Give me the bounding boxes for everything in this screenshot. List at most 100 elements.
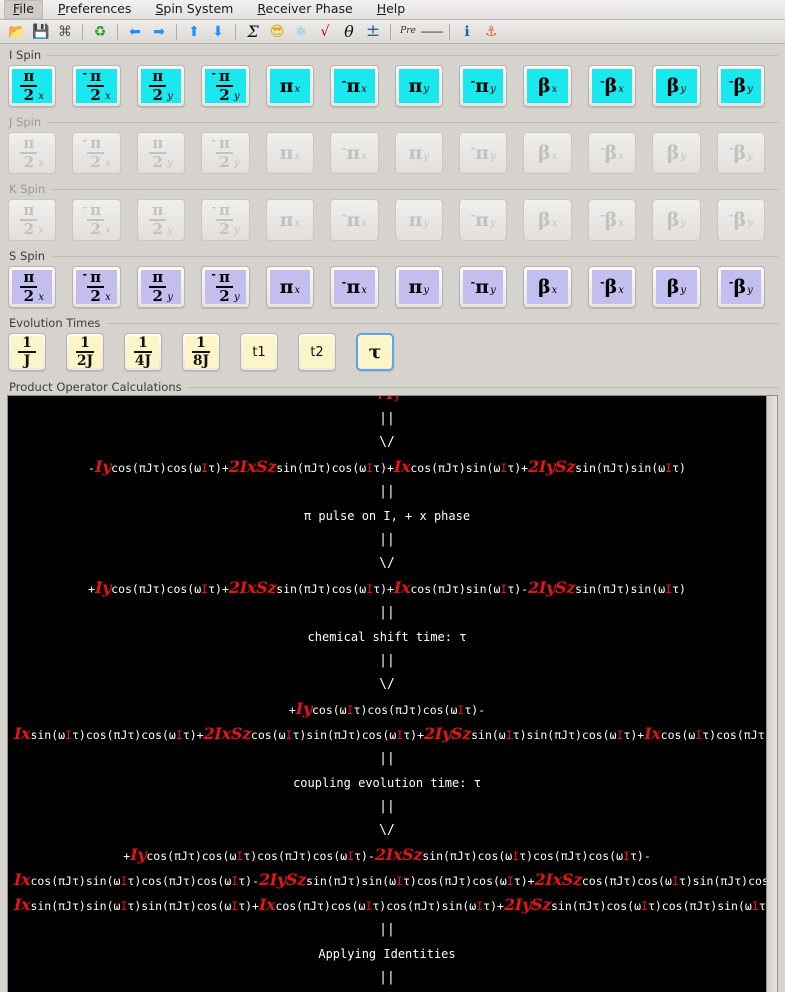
spin-button-beta-x[interactable]: βx [523, 266, 572, 308]
fraction-numerator: π [23, 201, 35, 219]
fraction: π2 [87, 69, 105, 104]
arrow-left-icon[interactable]: ⬅ [123, 21, 147, 43]
spin-button-pi-2-x[interactable]: π2x [8, 65, 57, 107]
refresh-icon[interactable]: ♻ [88, 21, 112, 43]
spin-button-neg-beta-x[interactable]: -βx [587, 65, 637, 107]
operator-symbol: β [604, 74, 618, 97]
print-icon[interactable]: ⌘ [53, 21, 77, 43]
product-operator-equation: +Iycos(πJτ)cos(ωIτ)cos(πJτ)cos(ωIτ)-2IxS… [14, 843, 766, 918]
equation-text: τ)cos(πJτ)sin(ω [647, 899, 752, 913]
spin-button-neg-pi-2-y[interactable]: -π2y [201, 65, 250, 107]
menu-item-help[interactable]: Help [368, 0, 415, 19]
spin-button-pi-y: πy [394, 199, 443, 241]
sqrt-icon[interactable]: √ [313, 21, 337, 43]
spin-button-neg-pi-2-x: -π2x [72, 132, 121, 174]
operator-term: 2IxSz [534, 870, 583, 889]
evolution-button-1-8J[interactable]: 1 8J [182, 333, 220, 371]
spin-button-beta-y[interactable]: βy [652, 65, 701, 107]
spin-button-pi-2-x: π2x [8, 132, 57, 174]
theta-icon[interactable]: θ [337, 21, 361, 43]
spin-button-neg-beta-y[interactable]: -βy [716, 266, 766, 308]
operator-symbol: π [408, 74, 423, 97]
lifering-icon[interactable]: ⚓ [479, 21, 503, 43]
spin-button-pi-2-y: π2y [136, 199, 186, 241]
menu-item-preferences[interactable]: Preferences [49, 0, 141, 19]
spin-button-neg-beta-x[interactable]: -βx [587, 266, 637, 308]
fraction-denominator: 2 [90, 287, 101, 305]
j-spin-group: J Spin π 2 x - π 2 x π 2 y - π 2 y π x - π x π y - π y β x - β x β y - β y [4, 115, 781, 178]
equation-text: τ)- [507, 582, 529, 596]
s-spin-group: S Spin π 2 x - π 2 x π 2 y - π 2 y π x - π x π y - π y β x - β x β y - β y [4, 249, 781, 312]
spin-button-pi-2-y[interactable]: π2y [136, 65, 186, 107]
spin-button-neg-pi-y[interactable]: -πy [458, 65, 508, 107]
sigma-icon[interactable]: Σ [241, 21, 265, 43]
open-icon[interactable]: 📂 [5, 21, 29, 43]
operator-symbol: π [475, 74, 490, 97]
equation-text: + [288, 703, 296, 717]
evolution-button-tau[interactable]: τ [356, 333, 394, 371]
arrow-up-icon[interactable]: ⬆ [182, 21, 206, 43]
product-operator-output[interactable]: +Iy||\/-Iycos(πJτ)cos(ωIτ)+2IxSzsin(πJτ)… [8, 396, 766, 992]
group-divider [187, 386, 779, 388]
pre-icon[interactable]: Pre [396, 21, 420, 43]
spin-button-pi-y[interactable]: πy [394, 266, 443, 308]
arrow-right-icon[interactable]: ➡ [147, 21, 171, 43]
fraction: π2 [149, 69, 167, 104]
s-spin-label: S Spin [9, 249, 46, 263]
spin-button-neg-pi-y[interactable]: -πy [458, 266, 508, 308]
axis-subscript: y [747, 217, 753, 229]
operator-symbol: β [733, 208, 747, 231]
spin-button-neg-pi-x[interactable]: -πx [330, 266, 379, 308]
equation-text: τ)cos(πJτ)sin(ω [372, 899, 477, 913]
fraction-numerator: π [152, 201, 164, 219]
spin-button-neg-pi-x[interactable]: -πx [330, 65, 379, 107]
fraction: π2 [20, 136, 38, 170]
evolution-button-1-4J[interactable]: 1 4J [124, 333, 162, 371]
evolution-times-label: Evolution Times [9, 316, 101, 330]
menu-item-spin-system[interactable]: Spin System [146, 0, 242, 19]
evolution-button-1-2J[interactable]: 1 2J [66, 333, 104, 371]
smiley-icon[interactable]: 😎 [265, 21, 289, 43]
fraction: π2 [87, 203, 105, 237]
toolbar-separator [235, 23, 236, 40]
equation-text: - [88, 461, 95, 475]
evolution-button-t2[interactable]: t2 [298, 333, 336, 371]
output-scrollbar[interactable] [766, 396, 777, 992]
spin-index: I [65, 728, 72, 742]
spin-button-beta-x[interactable]: βx [523, 65, 572, 107]
spin-button-beta-y[interactable]: βy [652, 266, 701, 308]
spin-button-neg-pi-2-x[interactable]: -π2x [72, 65, 121, 107]
spin-button-beta-x: βx [523, 132, 572, 174]
arrow-down-icon[interactable]: ⬇ [206, 21, 230, 43]
toolbar-separator [82, 23, 83, 40]
axis-subscript: x [294, 150, 301, 162]
spin-button-neg-beta-y[interactable]: -βy [716, 65, 766, 107]
spin-button-pi-2-y[interactable]: π2y [136, 266, 186, 308]
evolution-button-t1[interactable]: t1 [240, 333, 278, 371]
fraction-denominator: 2 [90, 86, 101, 104]
spin-button-pi-x[interactable]: πx [265, 266, 315, 308]
waveform-icon[interactable]: ⸺ [420, 21, 444, 43]
spin-button-neg-pi-2-y[interactable]: -π2y [201, 266, 250, 308]
menu-item-file[interactable]: File [4, 0, 43, 19]
save-icon[interactable]: 💾 [29, 21, 53, 43]
fraction-denominator: 2 [152, 86, 163, 104]
spin-button-pi-x[interactable]: πx [265, 65, 315, 107]
info-icon[interactable]: ℹ [455, 21, 479, 43]
menu-item-receiver-phase[interactable]: Receiver Phase [248, 0, 361, 19]
evolution-button-1-J[interactable]: 1J [8, 333, 46, 371]
plusminus-icon[interactable]: ± [361, 21, 385, 43]
flow-arrow: || [379, 970, 395, 985]
fraction-numerator: π [23, 268, 35, 286]
spin-button-pi-2-x[interactable]: π2x [8, 266, 57, 308]
atom-icon[interactable]: ⚛ [289, 21, 313, 43]
operator-term: +I [373, 396, 394, 403]
group-divider [47, 121, 779, 123]
spin-index: I [671, 874, 679, 888]
spin-button-pi-y[interactable]: πy [394, 65, 443, 107]
axis-subscript: y [490, 150, 496, 162]
equation-text: sin(πJτ)cos(ω [422, 849, 513, 863]
fraction-denominator: 2 [23, 287, 35, 305]
product-operator-equation: +Iycos(πJτ)cos(ωIτ)+2IxSzsin(πJτ)cos(ωIτ… [14, 576, 760, 601]
spin-button-neg-pi-2-x[interactable]: -π2x [72, 266, 121, 308]
